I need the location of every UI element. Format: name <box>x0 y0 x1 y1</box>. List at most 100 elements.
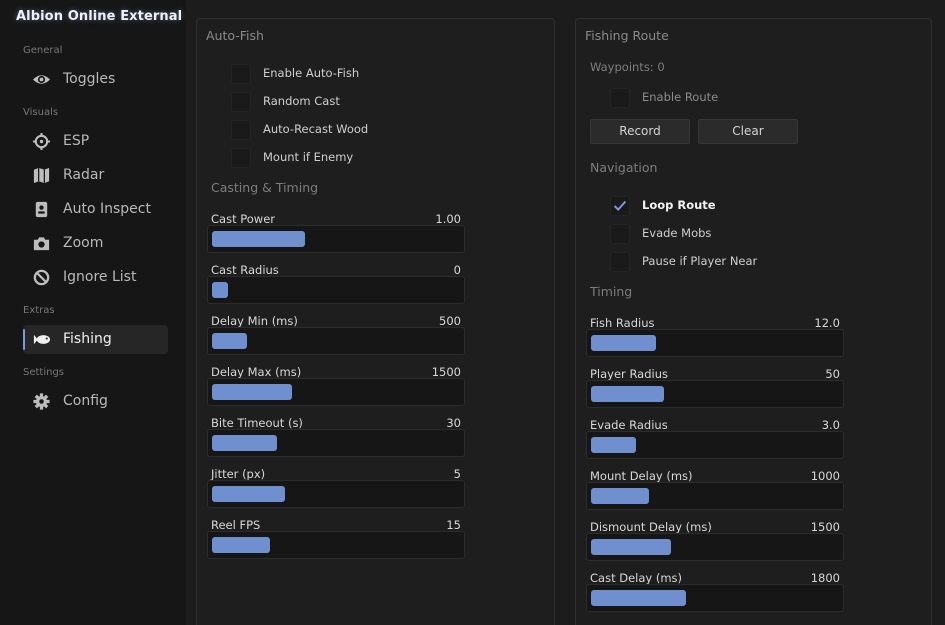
sidebar-item-label: Ignore List <box>63 269 137 285</box>
sidebar-item-esp[interactable]: ESP <box>23 127 168 156</box>
main-content: Auto-Fish Enable Auto-Fish Random Cast A… <box>186 0 945 625</box>
slider-fill[interactable] <box>212 231 305 247</box>
slider-label: Jitter (px) <box>211 467 266 481</box>
auto-fish-panel: Auto-Fish Enable Auto-Fish Random Cast A… <box>196 18 555 625</box>
app-window: Albion Online External General Toggles V… <box>0 0 945 625</box>
section-visuals: Visuals <box>23 107 59 118</box>
slider-value: 12.0 <box>814 316 840 330</box>
loop-route-label: Loop Route <box>642 198 716 212</box>
navigation-heading: Navigation <box>590 160 658 175</box>
crosshair-icon <box>32 132 51 151</box>
slider-fill[interactable] <box>591 386 664 402</box>
sidebar-item-label: Radar <box>63 167 105 183</box>
slider-label: Evade Radius <box>590 418 668 432</box>
slider-track[interactable] <box>207 225 465 253</box>
evade-mobs-checkbox[interactable] <box>610 224 630 244</box>
mount-if-enemy-label: Mount if Enemy <box>263 150 354 164</box>
mount-if-enemy-checkbox[interactable] <box>231 148 251 168</box>
auto-recast-wood-checkbox[interactable] <box>231 120 251 140</box>
gear-icon <box>33 393 50 410</box>
enable-route-checkbox[interactable] <box>610 88 630 108</box>
sidebar-item-ignore-list[interactable]: Ignore List <box>23 263 168 292</box>
sidebar-item-auto-inspect[interactable]: Auto Inspect <box>23 195 168 224</box>
slider-fill[interactable] <box>591 539 671 555</box>
sidebar-item-label: ESP <box>63 133 90 149</box>
panel-title: Fishing Route <box>585 28 669 43</box>
slider-fill[interactable] <box>212 333 247 349</box>
sidebar-item-radar[interactable]: Radar <box>23 161 168 190</box>
app-title: Albion Online External <box>16 9 183 24</box>
clear-button[interactable]: Clear <box>698 119 798 144</box>
evade-mobs-label: Evade Mobs <box>642 226 712 240</box>
slider-track[interactable] <box>586 533 844 561</box>
pause-if-player-near-checkbox[interactable] <box>610 252 630 272</box>
sidebar-item-label: Zoom <box>63 235 104 251</box>
slider-track[interactable] <box>207 327 465 355</box>
ban-icon <box>33 269 50 286</box>
enable-auto-fish-label: Enable Auto-Fish <box>263 66 360 80</box>
auto-recast-wood-label: Auto-Recast Wood <box>263 122 369 136</box>
casting-timing-heading: Casting & Timing <box>211 180 319 195</box>
sidebar-item-toggles[interactable]: Toggles <box>23 65 168 94</box>
slider-track[interactable] <box>207 480 465 508</box>
random-cast-label: Random Cast <box>263 94 340 108</box>
pause-if-player-near-label: Pause if Player Near <box>642 254 758 268</box>
slider-value: 1500 <box>810 520 840 534</box>
sidebar-item-config[interactable]: Config <box>23 387 168 416</box>
slider-track[interactable] <box>207 429 465 457</box>
slider-fill[interactable] <box>591 335 656 351</box>
slider-value: 0 <box>453 263 461 277</box>
camera-icon <box>33 237 50 251</box>
section-settings: Settings <box>23 367 65 378</box>
slider-value: 3.0 <box>821 418 840 432</box>
slider-value: 500 <box>439 314 461 328</box>
slider-fill[interactable] <box>212 486 285 502</box>
slider-track[interactable] <box>586 431 844 459</box>
checkmark-icon <box>613 200 627 212</box>
sidebar-item-zoom[interactable]: Zoom <box>23 229 168 258</box>
slider-fill[interactable] <box>212 537 270 553</box>
sidebar-item-fishing[interactable]: Fishing <box>23 325 168 354</box>
sidebar-item-label: Fishing <box>63 331 112 347</box>
slider-track[interactable] <box>207 276 465 304</box>
slider-label: Delay Min (ms) <box>211 314 298 328</box>
slider-track[interactable] <box>586 482 844 510</box>
loop-route-checkbox[interactable] <box>610 196 630 216</box>
slider-label: Fish Radius <box>590 316 655 330</box>
slider-value: 5 <box>453 467 461 481</box>
slider-label: Cast Radius <box>211 263 279 277</box>
slider-value: 50 <box>825 367 840 381</box>
enable-auto-fish-checkbox[interactable] <box>231 64 251 84</box>
slider-track[interactable] <box>586 380 844 408</box>
random-cast-checkbox[interactable] <box>231 92 251 112</box>
slider-value: 1.00 <box>435 212 461 226</box>
slider-fill[interactable] <box>212 384 292 400</box>
sidebar-item-label: Config <box>63 393 108 409</box>
waypoints-count: Waypoints: 0 <box>590 60 665 74</box>
slider-fill[interactable] <box>212 282 228 298</box>
section-extras: Extras <box>23 305 55 316</box>
slider-fill[interactable] <box>591 437 636 453</box>
slider-value: 15 <box>446 518 461 532</box>
sidebar: Albion Online External General Toggles V… <box>0 0 186 625</box>
section-general: General <box>23 45 63 56</box>
sidebar-item-label: Toggles <box>63 71 116 87</box>
timing-heading: Timing <box>590 284 633 299</box>
record-button[interactable]: Record <box>590 119 690 144</box>
slider-fill[interactable] <box>591 488 649 504</box>
slider-fill[interactable] <box>212 435 277 451</box>
slider-value: 30 <box>446 416 461 430</box>
slider-value: 1500 <box>431 365 461 379</box>
sidebar-item-label: Auto Inspect <box>63 201 151 217</box>
slider-label: Player Radius <box>590 367 669 381</box>
fish-icon <box>33 334 51 345</box>
slider-track[interactable] <box>207 531 465 559</box>
id-badge-icon <box>35 201 48 218</box>
slider-label: Mount Delay (ms) <box>590 469 693 483</box>
eye-icon <box>32 75 51 84</box>
slider-fill[interactable] <box>591 590 686 606</box>
slider-label: Cast Power <box>211 212 276 226</box>
slider-track[interactable] <box>586 329 844 357</box>
slider-track[interactable] <box>586 584 844 612</box>
slider-track[interactable] <box>207 378 465 406</box>
